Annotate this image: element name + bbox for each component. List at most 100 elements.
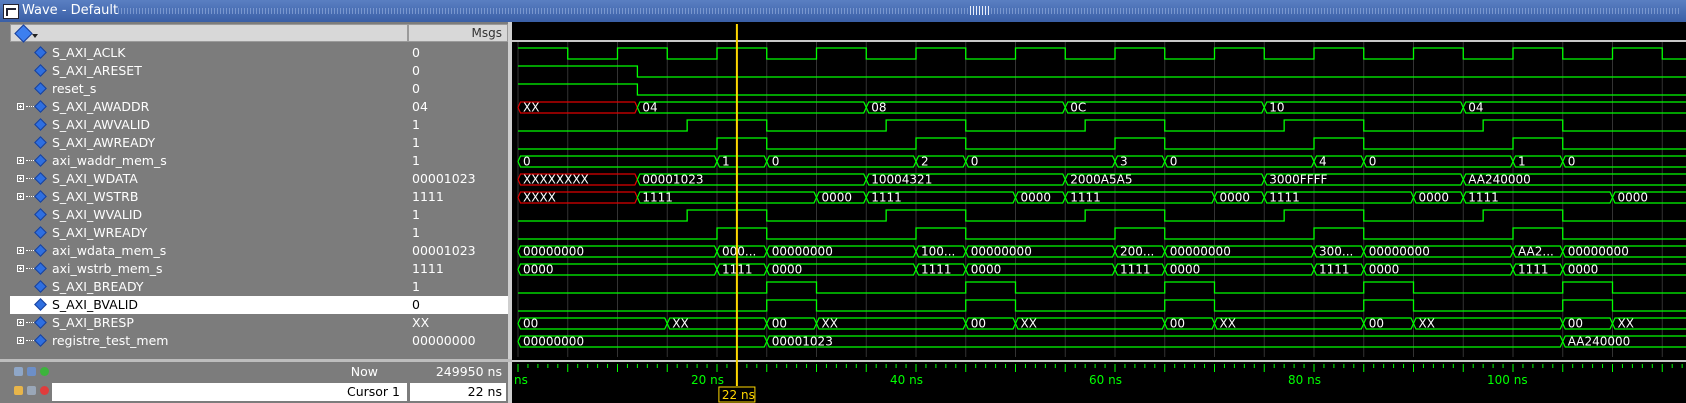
bus-value-label: 00 bbox=[1568, 317, 1583, 331]
bus-value-label: 1111 bbox=[1269, 191, 1300, 205]
cursor-label[interactable]: Cursor 1 bbox=[347, 383, 400, 401]
delete-cursor-icon[interactable] bbox=[40, 386, 49, 395]
signal-value: 04 bbox=[412, 99, 428, 114]
signal-diamond-icon bbox=[34, 172, 47, 185]
signal-name-pane: Msgs S_AXI_ACLK 0 S_AXI_ARESET 0 reset_s 0 S_A… bbox=[0, 22, 508, 359]
signal-row[interactable]: reset_s bbox=[10, 80, 408, 98]
expand-icon[interactable] bbox=[17, 175, 24, 182]
expand-icon[interactable] bbox=[17, 103, 24, 110]
signal-name: S_AXI_BRESP bbox=[52, 315, 134, 330]
timeline-label: ns bbox=[514, 373, 528, 387]
signal-row[interactable]: S_AXI_ARESET bbox=[10, 62, 408, 80]
signal-name: S_AXI_AWREADY bbox=[52, 135, 156, 150]
bus-value-label: 00 bbox=[1170, 317, 1185, 331]
signal-diamond-icon bbox=[34, 46, 47, 59]
signal-row[interactable]: axi_wdata_mem_s bbox=[10, 242, 408, 260]
bus-segment bbox=[766, 155, 917, 168]
signal-diamond-icon bbox=[34, 316, 47, 329]
lock-icon[interactable] bbox=[14, 386, 23, 395]
signal-row[interactable]: S_AXI_WSTRB bbox=[10, 188, 408, 206]
signal-row[interactable]: S_AXI_BRESP bbox=[10, 314, 408, 332]
titlebar-drag-handle-icon[interactable] bbox=[970, 6, 990, 15]
bus-value-label: AA2... bbox=[1518, 245, 1554, 259]
bus-value-label: 0000 bbox=[1419, 191, 1450, 205]
signal-row[interactable]: S_AXI_WVALID bbox=[10, 206, 408, 224]
expand-icon[interactable] bbox=[17, 319, 24, 326]
bus-value-label: 1111 bbox=[1120, 263, 1151, 277]
signal-row[interactable]: S_AXI_AWADDR bbox=[10, 98, 408, 116]
signal-row[interactable]: axi_wstrb_mem_s bbox=[10, 260, 408, 278]
bus-value-label: 300... bbox=[1319, 245, 1353, 259]
bus-value-label: 00000000 bbox=[1369, 245, 1430, 259]
window-titlebar: Wave - Default bbox=[0, 0, 1686, 22]
signal-name: S_AXI_WREADY bbox=[52, 225, 148, 240]
zoom-icon[interactable] bbox=[14, 367, 23, 376]
bus-value-label: 0 bbox=[523, 155, 531, 169]
bus-value-label: 1111 bbox=[1319, 263, 1350, 277]
bus-value-label: 00 bbox=[971, 317, 986, 331]
signal-row[interactable]: registre_test_mem bbox=[10, 332, 408, 350]
bus-value-label: 3 bbox=[1120, 155, 1128, 169]
bus-value-label: 04 bbox=[1468, 101, 1483, 115]
monitor-icon[interactable] bbox=[27, 367, 36, 376]
cursor-pane: Now 249950 ns Cursor 1 22 ns bbox=[0, 362, 508, 403]
signal-diamond-icon bbox=[34, 226, 47, 239]
bus-value-label: 1111 bbox=[1518, 263, 1549, 277]
bus-value-label: 0000 bbox=[1021, 191, 1052, 205]
signal-row[interactable]: S_AXI_AWREADY bbox=[10, 134, 408, 152]
signal-value: 00001023 bbox=[412, 171, 476, 186]
bus-value-label: 1111 bbox=[1468, 191, 1499, 205]
bus-value-label: 0000 bbox=[971, 263, 1002, 277]
signal-value: 1 bbox=[412, 135, 420, 150]
bus-value-label: XX bbox=[1021, 317, 1037, 331]
signal-name: S_AXI_ACLK bbox=[52, 45, 126, 60]
signal-name: axi_wstrb_mem_s bbox=[52, 261, 163, 276]
signal-row[interactable]: S_AXI_BVALID bbox=[10, 296, 408, 314]
cube-icon bbox=[14, 24, 33, 43]
signal-row[interactable]: S_AXI_BREADY bbox=[10, 278, 408, 296]
titlebar-grip[interactable] bbox=[118, 8, 1680, 14]
bus-value-label: 0000 bbox=[772, 263, 803, 277]
bus-value-label: 00000000 bbox=[1170, 245, 1231, 259]
bus-value-label: 1 bbox=[1518, 155, 1526, 169]
signal-value: 00000000 bbox=[412, 333, 476, 348]
wave-tool-button[interactable] bbox=[13, 24, 39, 43]
expand-icon[interactable] bbox=[17, 265, 24, 272]
add-cursor-icon[interactable] bbox=[40, 367, 49, 376]
waveform-pane[interactable]: XX 04 08 0C 10 04 0 1 0 2 0 3 0 4 0 1 0 XXXXXXXX 00001023 1… bbox=[512, 22, 1686, 403]
signal-name: S_AXI_WDATA bbox=[52, 171, 138, 186]
bus-value-label: 08 bbox=[871, 101, 886, 115]
bus-value-label: 2000A5A5 bbox=[1070, 173, 1132, 187]
cursor-value[interactable]: 22 ns bbox=[410, 383, 506, 401]
bus-segment bbox=[1164, 155, 1315, 168]
expand-icon[interactable] bbox=[17, 247, 24, 254]
signal-name: S_AXI_WSTRB bbox=[52, 189, 139, 204]
wrench-icon[interactable] bbox=[27, 386, 36, 395]
signal-row[interactable]: S_AXI_AWVALID bbox=[10, 116, 408, 134]
now-value: 249950 ns bbox=[435, 364, 502, 379]
signal-diamond-icon bbox=[34, 118, 47, 131]
bus-value-label: 0C bbox=[1070, 101, 1086, 115]
bit-waveform bbox=[518, 83, 1686, 96]
cursor-flag-label: 22 ns bbox=[722, 388, 755, 402]
bus-value-label: 0 bbox=[1170, 155, 1178, 169]
signal-row[interactable]: S_AXI_WREADY bbox=[10, 224, 408, 242]
bus-value-label: 0 bbox=[1568, 155, 1576, 169]
bus-value-label: 00001023 bbox=[772, 335, 833, 349]
signal-value: 1111 bbox=[412, 189, 444, 204]
expand-icon[interactable] bbox=[17, 157, 24, 164]
bus-value-label: 00000000 bbox=[971, 245, 1032, 259]
signal-row[interactable]: S_AXI_ACLK bbox=[10, 44, 408, 62]
signal-value: 1 bbox=[412, 207, 420, 222]
expand-icon[interactable] bbox=[17, 337, 24, 344]
bus-value-label: 00000000 bbox=[772, 245, 833, 259]
bus-value-label: 10004321 bbox=[871, 173, 932, 187]
waveform-canvas[interactable]: XX 04 08 0C 10 040 1 0 2 0 3 0 4 0 1 0XXXXXXXX 00001023 1… bbox=[512, 22, 1686, 403]
signal-row[interactable]: axi_waddr_mem_s bbox=[10, 152, 408, 170]
wave-window-icon[interactable] bbox=[3, 4, 19, 19]
expand-icon[interactable] bbox=[17, 193, 24, 200]
bus-value-label: 1111 bbox=[871, 191, 902, 205]
signal-name: S_AXI_BVALID bbox=[52, 297, 139, 312]
signal-row[interactable]: S_AXI_WDATA bbox=[10, 170, 408, 188]
signal-value: 0 bbox=[412, 45, 420, 60]
